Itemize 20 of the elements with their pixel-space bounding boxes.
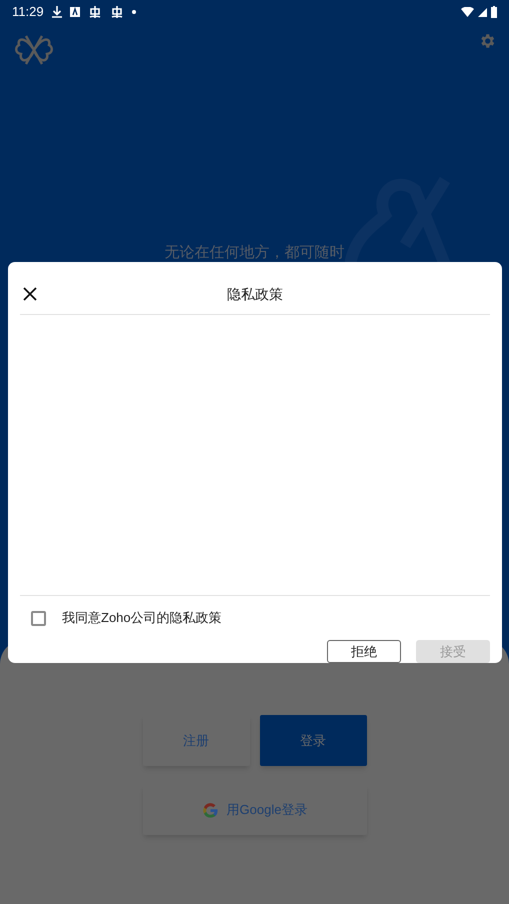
tagline: 无论在任何地方，都可随时 (164, 243, 344, 263)
status-time: 11:29 (12, 3, 44, 22)
dialog-title: 隐私政策 (227, 284, 283, 304)
consent-checkbox[interactable] (31, 610, 46, 626)
close-icon (22, 286, 38, 302)
signal-icon (478, 8, 487, 16)
signup-button[interactable]: 注册 (142, 715, 250, 766)
google-login-button[interactable]: 用Google登录 (142, 785, 366, 835)
wifi-icon (461, 7, 474, 17)
bug-icon (88, 5, 102, 19)
consent-label: 我同意Zoho公司的隐私政策 (62, 609, 222, 628)
bug-icon (110, 5, 124, 19)
close-button[interactable] (22, 286, 38, 302)
battery-icon (491, 6, 497, 18)
download-icon (52, 6, 62, 18)
app-notification-icon (70, 7, 80, 17)
decline-button[interactable]: 拒绝 (327, 640, 401, 663)
dot-icon (132, 10, 136, 14)
google-g-icon (202, 802, 219, 818)
login-button[interactable]: 登录 (260, 715, 366, 766)
